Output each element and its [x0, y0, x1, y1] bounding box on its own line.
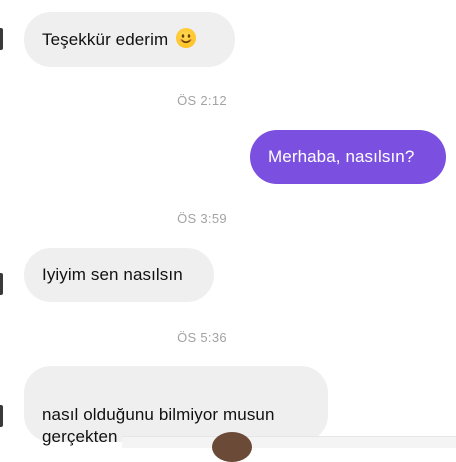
message-timestamp: ÖS 3:59	[177, 211, 227, 226]
incoming-message-bubble[interactable]: Iyiyim sen nasılsın	[24, 248, 214, 302]
incoming-message-bubble[interactable]: nasıl olduğunu bilmiyor musun gerçekten	[24, 366, 328, 446]
sender-avatar-edge	[0, 273, 3, 295]
message-text: Iyiyim sen nasılsın	[42, 265, 183, 284]
composer-bar	[122, 436, 456, 448]
message-timestamp: ÖS 2:12	[177, 93, 227, 108]
message-text: Merhaba, nasılsın?	[268, 147, 415, 166]
sender-avatar-edge	[0, 405, 3, 427]
sender-avatar-edge	[0, 28, 3, 50]
incoming-message-bubble[interactable]: Teşekkür ederim	[24, 12, 235, 67]
avatar[interactable]	[212, 432, 252, 462]
message-text: Teşekkür ederim	[42, 30, 169, 49]
smiling-face-icon	[176, 28, 197, 48]
message-timestamp: ÖS 5:36	[177, 330, 227, 345]
outgoing-message-bubble[interactable]: Merhaba, nasılsın?	[250, 130, 446, 184]
